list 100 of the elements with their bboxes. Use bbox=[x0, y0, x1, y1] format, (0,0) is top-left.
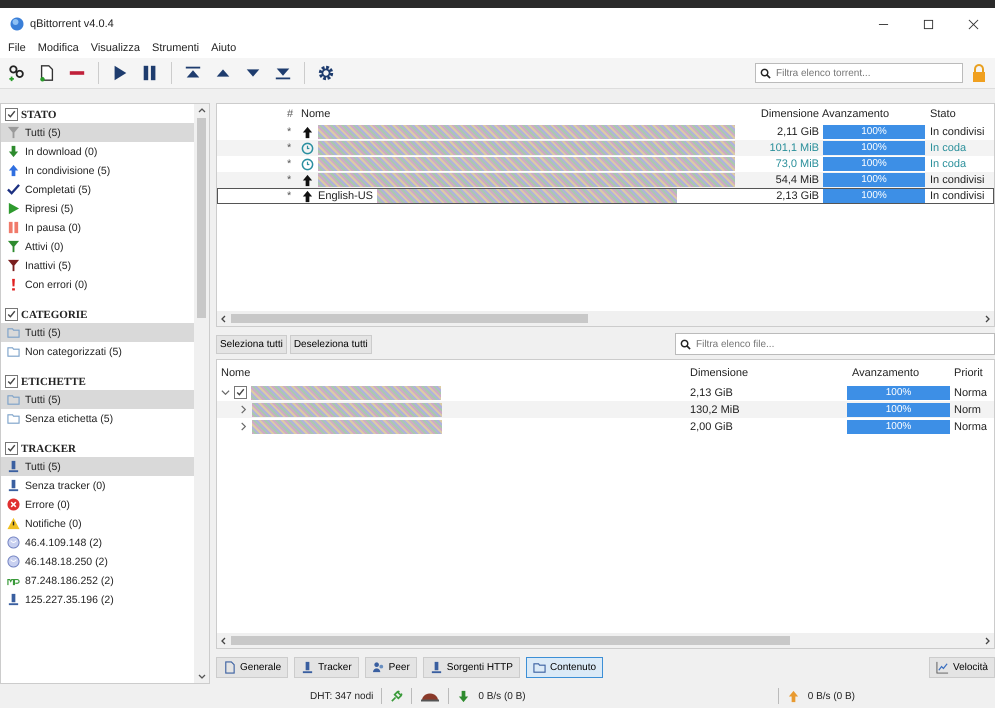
priority-mark: * bbox=[287, 142, 292, 154]
folder-icon bbox=[7, 412, 20, 425]
sidebar-item[interactable]: 125.227.35.196 (2) bbox=[1, 590, 194, 609]
sidebar-item[interactable]: Tutti (5) bbox=[1, 457, 194, 476]
sidebar-item[interactable]: In pausa (0) bbox=[1, 218, 194, 237]
checkbox[interactable] bbox=[234, 386, 247, 399]
server-icon bbox=[7, 460, 20, 473]
checkmark-icon bbox=[7, 183, 20, 196]
globe-icon bbox=[7, 555, 20, 568]
file-row[interactable]: 2,00 GiB 100% Norma bbox=[217, 418, 994, 435]
tab[interactable]: Contenuto bbox=[526, 657, 604, 678]
plug-icon[interactable] bbox=[390, 690, 404, 702]
column-header[interactable]: # bbox=[287, 108, 301, 120]
server-icon bbox=[301, 661, 314, 674]
checkbox[interactable] bbox=[5, 442, 18, 455]
size-cell-text: 73,0 MiB bbox=[774, 158, 820, 170]
up-arrow-icon bbox=[7, 164, 20, 177]
torrent-row[interactable]: * 54,4 MiB 100% In condivisi bbox=[217, 172, 994, 188]
status-cell-text: In condivisi bbox=[929, 126, 986, 138]
menu-item[interactable]: File bbox=[8, 42, 26, 54]
speed-button[interactable]: Velocità bbox=[928, 657, 995, 678]
menu-item[interactable]: Aiuto bbox=[211, 42, 236, 54]
sidebar-item[interactable]: 87.248.186.252 (2) bbox=[1, 571, 194, 590]
sidebar-item[interactable]: Completati (5) bbox=[1, 180, 194, 199]
checkbox[interactable] bbox=[5, 375, 18, 388]
column-header[interactable]: Dimensione bbox=[735, 108, 822, 120]
column-header[interactable]: Nome bbox=[301, 108, 735, 120]
menu-item[interactable]: Strumenti bbox=[152, 42, 200, 54]
sidebar-item[interactable]: Con errori (0) bbox=[1, 275, 194, 294]
close-icon[interactable] bbox=[968, 18, 979, 30]
search-icon bbox=[680, 338, 691, 350]
torrent-row[interactable]: * English-US 2,13 GiB 100% In condivisi bbox=[217, 188, 994, 204]
sidebar-item[interactable]: 46.4.109.148 (2) bbox=[1, 533, 194, 552]
play-icon bbox=[7, 202, 20, 215]
folder-icon bbox=[7, 326, 20, 339]
search-field[interactable]: Filtra elenco file... bbox=[675, 333, 995, 355]
sidebar-item[interactable]: Inattivi (5) bbox=[1, 256, 194, 275]
status-cell-text: In condivisi bbox=[929, 190, 986, 202]
tab[interactable]: Sorgenti HTTP bbox=[422, 657, 520, 678]
progress-text: 100% bbox=[860, 173, 888, 187]
add-link-icon[interactable] bbox=[8, 64, 26, 82]
column-header[interactable]: Priorit bbox=[951, 367, 994, 379]
menu-item[interactable]: Modifica bbox=[38, 42, 79, 54]
file-row[interactable]: 2,13 GiB 100% Norma bbox=[217, 384, 994, 401]
tab[interactable]: Generale bbox=[216, 657, 288, 678]
priority-mark: * bbox=[287, 174, 292, 186]
torrent-row[interactable]: * 2,11 GiB 100% In condivisi bbox=[217, 124, 994, 140]
horizontal-scrollbar[interactable] bbox=[217, 633, 994, 648]
column-header[interactable]: Nome bbox=[217, 367, 690, 379]
sidebar-item[interactable]: Notifiche (0) bbox=[1, 514, 194, 533]
select-button[interactable]: Deseleziona tutti bbox=[290, 334, 372, 354]
progress-text: 100% bbox=[884, 420, 912, 434]
sidebar-item[interactable]: Tutti (5) bbox=[1, 123, 194, 142]
server-icon bbox=[430, 661, 443, 674]
pause-icon bbox=[7, 221, 20, 234]
menu-item[interactable]: Visualizza bbox=[90, 42, 140, 54]
priority-mark: * bbox=[287, 126, 292, 138]
torrent-row[interactable]: * 101,1 MiB 100% In coda bbox=[217, 140, 994, 156]
progress-text: 100% bbox=[860, 189, 888, 203]
sidebar-item[interactable]: In condivisione (5) bbox=[1, 161, 194, 180]
column-header[interactable]: Dimensione bbox=[690, 367, 846, 379]
dht-status: DHT: 347 nodi bbox=[310, 690, 374, 702]
chart-icon bbox=[936, 661, 949, 674]
column-header[interactable]: Stato bbox=[926, 108, 994, 120]
column-header[interactable]: Avanzamento bbox=[822, 108, 926, 120]
sidebar-item[interactable]: Ripresi (5) bbox=[1, 199, 194, 218]
select-button[interactable]: Seleziona tutti bbox=[216, 334, 287, 354]
sidebar-item[interactable]: 46.148.18.250 (2) bbox=[1, 552, 194, 571]
sidebar-item[interactable]: Senza etichetta (5) bbox=[1, 409, 194, 428]
filter-icon bbox=[7, 126, 20, 139]
tab[interactable]: Peer bbox=[364, 657, 417, 678]
sidebar-item[interactable]: Tutti (5) bbox=[1, 323, 194, 342]
chevron-icon[interactable] bbox=[239, 405, 248, 414]
search-field[interactable]: Filtra elenco torrent... bbox=[755, 63, 963, 83]
column-header[interactable]: Avanzamento bbox=[846, 367, 951, 379]
sidebar-item[interactable]: Attivi (0) bbox=[1, 237, 194, 256]
progress-text: 100% bbox=[860, 125, 888, 139]
down-arrow-icon bbox=[7, 145, 20, 158]
new-file-icon[interactable] bbox=[38, 64, 56, 82]
checkbox[interactable] bbox=[5, 108, 18, 121]
sidebar-item[interactable]: Tutti (5) bbox=[1, 390, 194, 409]
search-icon bbox=[760, 68, 771, 78]
vertical-scrollbar[interactable] bbox=[194, 104, 209, 683]
tab[interactable]: Tracker bbox=[294, 657, 359, 678]
server-icon bbox=[7, 593, 20, 606]
chevron-icon[interactable] bbox=[221, 388, 230, 397]
sidebar-item[interactable]: In download (0) bbox=[1, 142, 194, 161]
file-row[interactable]: 130,2 MiB 100% Norm bbox=[217, 401, 994, 418]
horizontal-scrollbar[interactable] bbox=[217, 311, 994, 326]
chevron-icon[interactable] bbox=[239, 422, 248, 431]
maximize-icon[interactable] bbox=[923, 18, 934, 30]
checkbox[interactable] bbox=[5, 308, 18, 321]
sidebar-item[interactable]: Errore (0) bbox=[1, 495, 194, 514]
scrollbar-thumb[interactable] bbox=[197, 118, 206, 318]
settings-icon[interactable] bbox=[317, 64, 335, 82]
folder-icon bbox=[7, 393, 20, 406]
size-cell-text: 130,2 MiB bbox=[690, 404, 741, 416]
torrent-row[interactable]: * 73,0 MiB 100% In coda bbox=[217, 156, 994, 172]
sidebar-item[interactable]: Senza tracker (0) bbox=[1, 476, 194, 495]
sidebar-item[interactable]: Non categorizzati (5) bbox=[1, 342, 194, 361]
